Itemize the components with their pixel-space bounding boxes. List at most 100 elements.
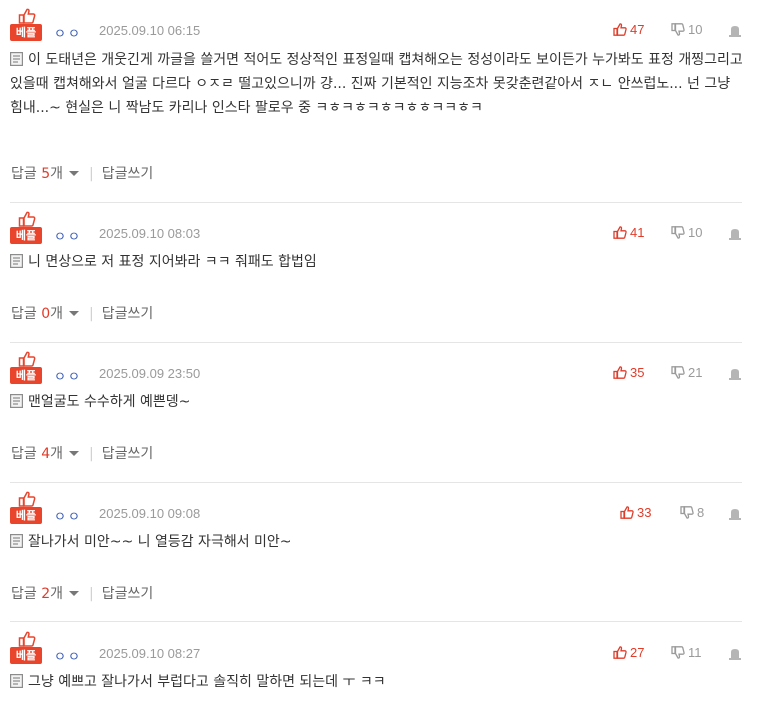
reply-unit: 개: [50, 166, 64, 182]
dislike-button[interactable]: 10: [671, 225, 702, 240]
dislike-button[interactable]: 21: [671, 365, 702, 380]
comment-body: 잘나가서 미안~~ 니 열등감 자극해서 미안~: [10, 531, 745, 554]
like-button[interactable]: 35: [613, 365, 644, 380]
reply-count: 2: [41, 586, 51, 602]
comment-divider: [10, 202, 742, 203]
comment-body: 맨얼굴도 수수하게 예쁜뎅~: [10, 391, 745, 414]
thumbs-down-icon: [671, 23, 685, 36]
like-button[interactable]: 47: [613, 22, 644, 37]
reply-label: 답글: [11, 446, 37, 462]
memo-icon: [10, 394, 23, 408]
like-count: 41: [630, 225, 645, 240]
reply-label: 답글: [11, 306, 37, 322]
action-separator: |: [89, 166, 94, 182]
reply-toggle[interactable]: 답글 5개: [11, 166, 80, 182]
like-button[interactable]: 33: [620, 505, 651, 520]
best-badge: 베플: [10, 491, 42, 525]
write-reply-button[interactable]: 답글쓰기: [102, 306, 154, 322]
write-reply-button[interactable]: 답글쓰기: [102, 166, 154, 182]
reply-toggle[interactable]: 답글 2개: [11, 586, 80, 602]
like-count: 33: [637, 505, 652, 520]
best-label: 베플: [10, 24, 42, 41]
author-name[interactable]: ㅇㅇ: [54, 226, 82, 245]
comment-text: 잘나가서 미안~~ 니 열등감 자극해서 미안~: [28, 534, 292, 550]
comment-body: 니 면상으로 저 표정 지어봐라 ㅋㅋ 줘패도 합법임: [10, 251, 745, 274]
dislike-button[interactable]: 8: [680, 505, 704, 520]
reply-unit: 개: [50, 446, 64, 462]
author-name[interactable]: ㅇㅇ: [54, 366, 82, 385]
dislike-button[interactable]: 10: [671, 22, 702, 37]
caret-down-icon: [69, 311, 80, 316]
comment-actions: 답글 0개 | 답글쓰기: [11, 303, 153, 323]
report-icon[interactable]: [728, 648, 742, 660]
best-thumb-icon: [18, 8, 36, 24]
like-button[interactable]: 41: [613, 225, 644, 240]
thumbs-up-icon: [620, 506, 634, 519]
best-badge: 베플: [10, 8, 42, 42]
like-count: 27: [630, 645, 645, 660]
comment-date: 2025.09.10 08:27: [99, 646, 201, 661]
best-badge: 베플: [10, 211, 42, 245]
reply-count: 0: [41, 306, 51, 322]
best-thumb-icon: [18, 351, 36, 367]
comment-date: 2025.09.10 09:08: [99, 506, 201, 521]
report-icon[interactable]: [728, 228, 742, 240]
reply-unit: 개: [50, 306, 64, 322]
thumbs-up-icon: [613, 226, 627, 239]
action-separator: |: [89, 306, 94, 322]
report-icon[interactable]: [728, 25, 742, 37]
comment-text: 이 도태년은 개웃긴게 까글을 쓸거면 적어도 정상적인 표정일때 캡쳐해오는 …: [10, 52, 743, 116]
comment-body: 이 도태년은 개웃긴게 까글을 쓸거면 적어도 정상적인 표정일때 캡쳐해오는 …: [10, 48, 745, 120]
best-thumb-icon: [18, 211, 36, 227]
best-thumb-icon: [18, 631, 36, 647]
thumbs-down-icon: [671, 646, 685, 659]
thumbs-down-icon: [680, 506, 694, 519]
reply-toggle[interactable]: 답글 4개: [11, 446, 80, 462]
comment-actions: 답글 4개 | 답글쓰기: [11, 443, 153, 463]
write-reply-button[interactable]: 답글쓰기: [102, 446, 154, 462]
dislike-count: 10: [688, 225, 703, 240]
report-icon[interactable]: [728, 368, 742, 380]
memo-icon: [10, 254, 23, 268]
best-label: 베플: [10, 647, 42, 664]
reply-toggle[interactable]: 답글 0개: [11, 306, 80, 322]
thumbs-down-icon: [671, 226, 685, 239]
dislike-button[interactable]: 11: [671, 645, 702, 660]
caret-down-icon: [69, 591, 80, 596]
comment-divider: [10, 342, 742, 343]
like-count: 35: [630, 365, 645, 380]
author-name[interactable]: ㅇㅇ: [54, 646, 82, 665]
caret-down-icon: [69, 451, 80, 456]
write-reply-button[interactable]: 답글쓰기: [102, 586, 154, 602]
reply-count: 5: [41, 166, 51, 182]
comment-text: 그냥 예쁘고 잘나가서 부럽다고 솔직히 말하면 되는데 ㅜ ㅋㅋ: [28, 674, 386, 690]
best-badge: 베플: [10, 351, 42, 385]
comment-text: 맨얼굴도 수수하게 예쁜뎅~: [28, 394, 191, 410]
action-separator: |: [89, 446, 94, 462]
action-separator: |: [89, 586, 94, 602]
caret-down-icon: [69, 171, 80, 176]
reply-label: 답글: [11, 166, 37, 182]
author-name[interactable]: ㅇㅇ: [54, 23, 82, 42]
best-label: 베플: [10, 507, 42, 524]
thumbs-up-icon: [613, 646, 627, 659]
comment-body: 그냥 예쁘고 잘나가서 부럽다고 솔직히 말하면 되는데 ㅜ ㅋㅋ: [10, 671, 745, 694]
comment-date: 2025.09.10 08:03: [99, 226, 201, 241]
best-label: 베플: [10, 227, 42, 244]
report-icon[interactable]: [728, 508, 742, 520]
best-badge: 베플: [10, 631, 42, 665]
best-label: 베플: [10, 367, 42, 384]
dislike-count: 11: [688, 645, 702, 660]
comment-divider: [10, 621, 742, 622]
like-button[interactable]: 27: [613, 645, 644, 660]
thumbs-up-icon: [613, 366, 627, 379]
memo-icon: [10, 534, 23, 548]
like-count: 47: [630, 22, 645, 37]
dislike-count: 10: [688, 22, 703, 37]
comment-date: 2025.09.09 23:50: [99, 366, 201, 381]
author-name[interactable]: ㅇㅇ: [54, 506, 82, 525]
reply-label: 답글: [11, 586, 37, 602]
comment-actions: 답글 2개 | 답글쓰기: [11, 583, 153, 603]
best-thumb-icon: [18, 491, 36, 507]
comment-divider: [10, 482, 742, 483]
